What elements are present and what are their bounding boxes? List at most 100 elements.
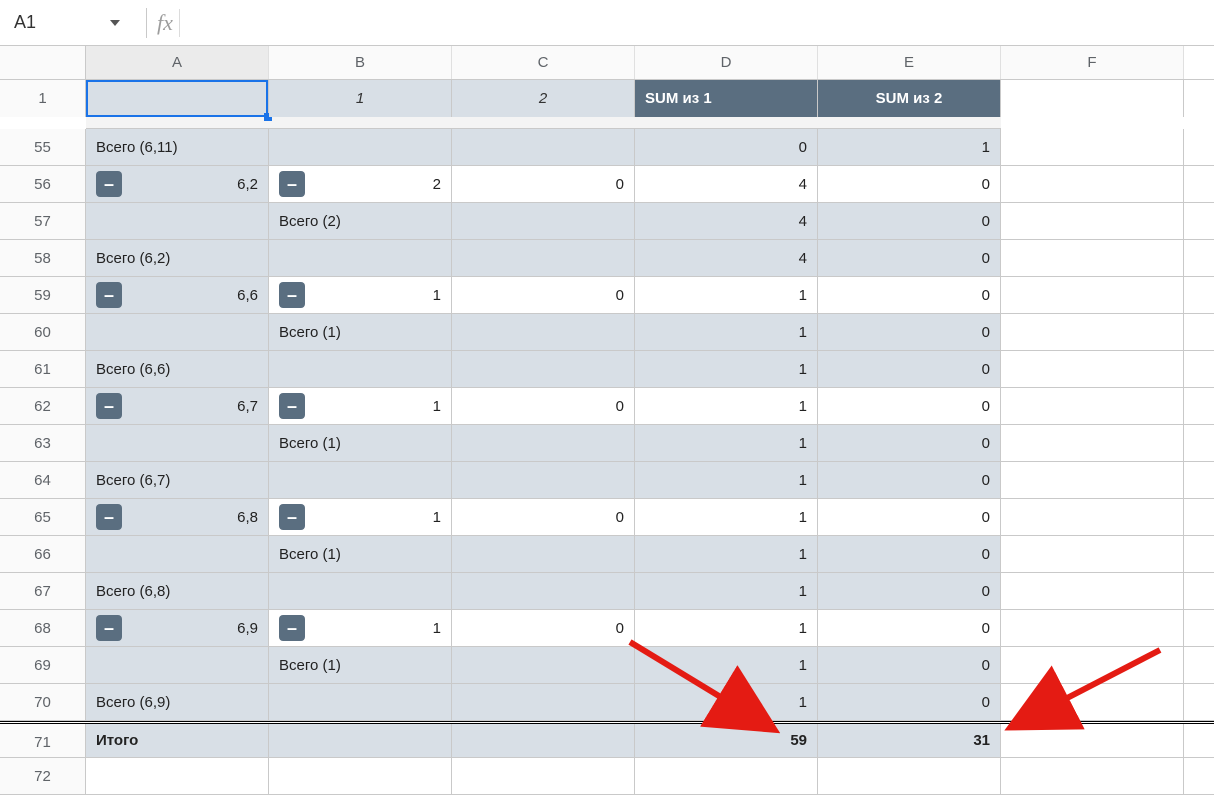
cell[interactable] bbox=[452, 573, 635, 609]
cell[interactable] bbox=[452, 647, 635, 683]
cell[interactable]: Всего (6,6) bbox=[86, 351, 269, 387]
row-header[interactable]: 1 bbox=[0, 80, 86, 117]
cell[interactable]: 0 bbox=[635, 129, 818, 165]
row-header[interactable]: 58 bbox=[0, 240, 86, 276]
cell[interactable]: Всего (6,7) bbox=[86, 462, 269, 498]
cell[interactable]: 4 bbox=[635, 240, 818, 276]
cell[interactable]: 0 bbox=[818, 499, 1001, 535]
cell[interactable] bbox=[86, 758, 269, 794]
row-header[interactable]: 67 bbox=[0, 573, 86, 609]
cell[interactable]: 0 bbox=[818, 610, 1001, 646]
cell[interactable]: Всего (6,8) bbox=[86, 573, 269, 609]
cell[interactable] bbox=[269, 129, 452, 165]
row-header[interactable]: 63 bbox=[0, 425, 86, 461]
cell-F1[interactable] bbox=[1001, 80, 1184, 117]
cell[interactable] bbox=[1001, 610, 1184, 646]
cell[interactable] bbox=[269, 573, 452, 609]
cell[interactable]: 4 bbox=[635, 203, 818, 239]
cell[interactable] bbox=[452, 314, 635, 350]
cell[interactable] bbox=[86, 425, 269, 461]
cell[interactable] bbox=[452, 536, 635, 572]
cell[interactable] bbox=[452, 758, 635, 794]
name-box[interactable] bbox=[6, 8, 124, 37]
cell[interactable]: 1 bbox=[635, 573, 818, 609]
cell[interactable] bbox=[452, 351, 635, 387]
cell[interactable]: 0 bbox=[818, 462, 1001, 498]
cell[interactable]: 1 bbox=[635, 610, 818, 646]
cell[interactable] bbox=[269, 240, 452, 276]
cell[interactable] bbox=[452, 462, 635, 498]
cell[interactable] bbox=[1001, 314, 1184, 350]
cell[interactable] bbox=[86, 647, 269, 683]
cell[interactable] bbox=[1001, 647, 1184, 683]
cell[interactable]: –6,9 bbox=[86, 610, 269, 646]
cell[interactable]: 0 bbox=[452, 166, 635, 202]
row-header[interactable]: 70 bbox=[0, 684, 86, 720]
collapse-button[interactable]: – bbox=[279, 504, 305, 530]
cell[interactable] bbox=[1001, 203, 1184, 239]
cell[interactable] bbox=[86, 536, 269, 572]
row-header[interactable]: 56 bbox=[0, 166, 86, 202]
cell[interactable] bbox=[452, 203, 635, 239]
cell[interactable]: 0 bbox=[818, 277, 1001, 313]
cell[interactable] bbox=[1001, 351, 1184, 387]
row-header[interactable]: 68 bbox=[0, 610, 86, 646]
cell[interactable]: –6,8 bbox=[86, 499, 269, 535]
cell[interactable]: –1 bbox=[269, 277, 452, 313]
cell[interactable]: –2 bbox=[269, 166, 452, 202]
cell[interactable]: 1 bbox=[635, 647, 818, 683]
cell[interactable] bbox=[1001, 573, 1184, 609]
cell-A1[interactable] bbox=[86, 80, 269, 117]
col-header-F[interactable]: F bbox=[1001, 46, 1184, 79]
cell[interactable]: 0 bbox=[452, 610, 635, 646]
cell[interactable] bbox=[86, 203, 269, 239]
cell[interactable]: 0 bbox=[818, 536, 1001, 572]
row-header[interactable]: 66 bbox=[0, 536, 86, 572]
cell[interactable]: 1 bbox=[635, 462, 818, 498]
col-header-B[interactable]: B bbox=[269, 46, 452, 79]
cell[interactable]: 0 bbox=[818, 166, 1001, 202]
row-header[interactable]: 62 bbox=[0, 388, 86, 424]
cell[interactable]: 1 bbox=[635, 425, 818, 461]
cell-E1[interactable]: SUM из 2 bbox=[818, 80, 1001, 117]
row-header[interactable]: 60 bbox=[0, 314, 86, 350]
cell[interactable]: 1 bbox=[635, 351, 818, 387]
cell[interactable]: –1 bbox=[269, 388, 452, 424]
row-header[interactable]: 57 bbox=[0, 203, 86, 239]
cell[interactable] bbox=[269, 684, 452, 720]
cell[interactable] bbox=[269, 758, 452, 794]
col-header-A[interactable]: A bbox=[86, 46, 269, 79]
cell[interactable]: 1 bbox=[635, 499, 818, 535]
formula-input[interactable] bbox=[186, 8, 1214, 38]
cell[interactable]: –6,2 bbox=[86, 166, 269, 202]
cell[interactable]: –1 bbox=[269, 499, 452, 535]
cell[interactable] bbox=[1001, 499, 1184, 535]
cell[interactable]: 0 bbox=[818, 647, 1001, 683]
row-header[interactable]: 69 bbox=[0, 647, 86, 683]
row-header[interactable]: 61 bbox=[0, 351, 86, 387]
cell[interactable]: Всего (6,2) bbox=[86, 240, 269, 276]
cell[interactable]: 59 bbox=[635, 724, 818, 757]
cell[interactable]: 0 bbox=[452, 499, 635, 535]
cell[interactable]: Всего (1) bbox=[269, 425, 452, 461]
collapse-button[interactable]: – bbox=[96, 504, 122, 530]
cell[interactable]: Всего (6,11) bbox=[86, 129, 269, 165]
cell-D1[interactable]: SUM из 1 bbox=[635, 80, 818, 117]
cell-C1[interactable]: 2 bbox=[452, 80, 635, 117]
cell[interactable] bbox=[1001, 240, 1184, 276]
collapse-button[interactable]: – bbox=[96, 393, 122, 419]
cell-B1[interactable]: 1 bbox=[269, 80, 452, 117]
cell[interactable]: –1 bbox=[269, 610, 452, 646]
cell[interactable] bbox=[1001, 536, 1184, 572]
cell[interactable] bbox=[452, 240, 635, 276]
cell[interactable]: 0 bbox=[818, 203, 1001, 239]
col-header-D[interactable]: D bbox=[635, 46, 818, 79]
collapse-button[interactable]: – bbox=[279, 171, 305, 197]
cell[interactable] bbox=[818, 758, 1001, 794]
cell[interactable]: Всего (1) bbox=[269, 536, 452, 572]
cell[interactable] bbox=[452, 129, 635, 165]
cell[interactable] bbox=[452, 684, 635, 720]
cell[interactable]: 0 bbox=[818, 425, 1001, 461]
collapse-button[interactable]: – bbox=[96, 615, 122, 641]
cell[interactable]: 1 bbox=[635, 684, 818, 720]
